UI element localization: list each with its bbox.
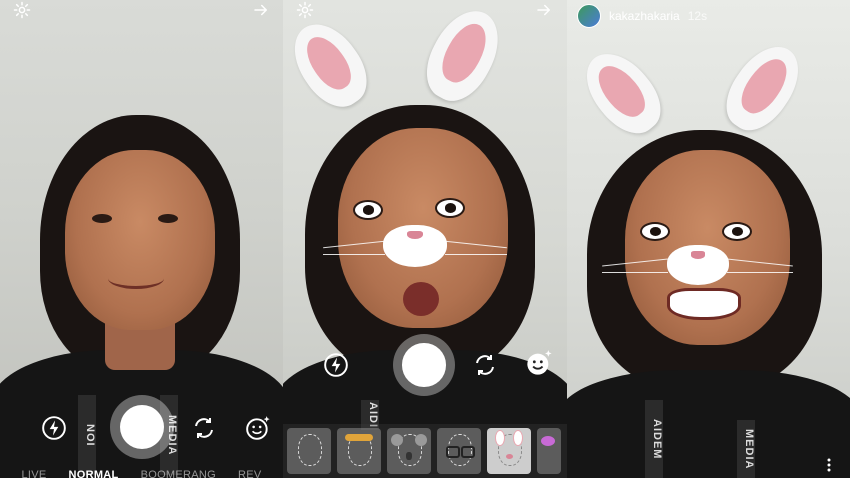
flash-button[interactable] (40, 414, 68, 442)
filter-thumb-glasses[interactable] (437, 428, 481, 474)
mouth (403, 282, 439, 316)
face-filter-button[interactable] (525, 349, 553, 377)
bunny-snout (383, 225, 447, 267)
left-eye (92, 214, 112, 223)
more-vertical-icon[interactable] (826, 458, 832, 474)
lanyard-text: AIDEM (645, 400, 663, 478)
face-filter-tray (283, 424, 567, 478)
bunny-snout (667, 245, 729, 285)
gear-icon[interactable] (296, 1, 314, 22)
flash-icon (42, 416, 66, 440)
switch-camera-button[interactable] (190, 414, 218, 442)
avatar[interactable] (577, 4, 601, 28)
face-filter-icon (246, 416, 270, 440)
instagram-stories-collage: NOI MEDIA LIVE NORMAL BOOMERANG REV AIDI… (0, 0, 850, 478)
lanyard-text: MEDIA (737, 420, 755, 478)
person-face (65, 150, 215, 330)
arrow-right-icon[interactable] (535, 1, 553, 22)
filter-thumb-butterfly[interactable] (537, 428, 561, 474)
face-filter-icon (527, 350, 552, 375)
capture-button[interactable] (393, 334, 455, 396)
right-eye (158, 214, 178, 223)
flash-button[interactable] (322, 351, 350, 379)
right-eye (722, 222, 752, 241)
filter-thumb-koala[interactable] (387, 428, 431, 474)
left-eye (353, 200, 383, 220)
story-header: kakazhakaria 12s (577, 4, 707, 28)
switch-camera-button[interactable] (471, 351, 499, 379)
switch-camera-icon (476, 355, 494, 375)
mode-boomerang[interactable]: BOOMERANG (141, 469, 216, 478)
story-timestamp: 12s (687, 9, 708, 23)
camera-mode-selector: LIVE NORMAL BOOMERANG REV (0, 469, 283, 478)
capture-button[interactable] (110, 395, 174, 459)
mouth (108, 268, 164, 289)
switch-camera-icon (195, 418, 213, 438)
right-eye (435, 198, 465, 218)
filter-thumb-bunny[interactable] (487, 428, 531, 474)
mode-rewind[interactable]: REV (238, 469, 262, 478)
mode-normal[interactable]: NORMAL (69, 469, 119, 478)
left-eye (640, 222, 670, 241)
camera-panel-face-filter: AIDI (283, 0, 567, 478)
filter-thumb-flower-crown[interactable] (337, 428, 381, 474)
face-filter-button[interactable] (244, 414, 272, 442)
camera-panel-normal: NOI MEDIA LIVE NORMAL BOOMERANG REV (0, 0, 283, 478)
lanyard-text: NOI (78, 395, 96, 475)
mode-live[interactable]: LIVE (21, 469, 46, 478)
gear-icon[interactable] (13, 1, 31, 22)
story-viewer-panel: AIDEM MEDIA kakazhakaria 12s (567, 0, 850, 478)
person-shirt (567, 370, 850, 478)
mouth (667, 288, 741, 320)
username[interactable]: kakazhakaria (609, 9, 680, 23)
flash-icon (324, 353, 348, 377)
arrow-right-icon[interactable] (252, 1, 270, 22)
filter-thumb-none[interactable] (287, 428, 331, 474)
